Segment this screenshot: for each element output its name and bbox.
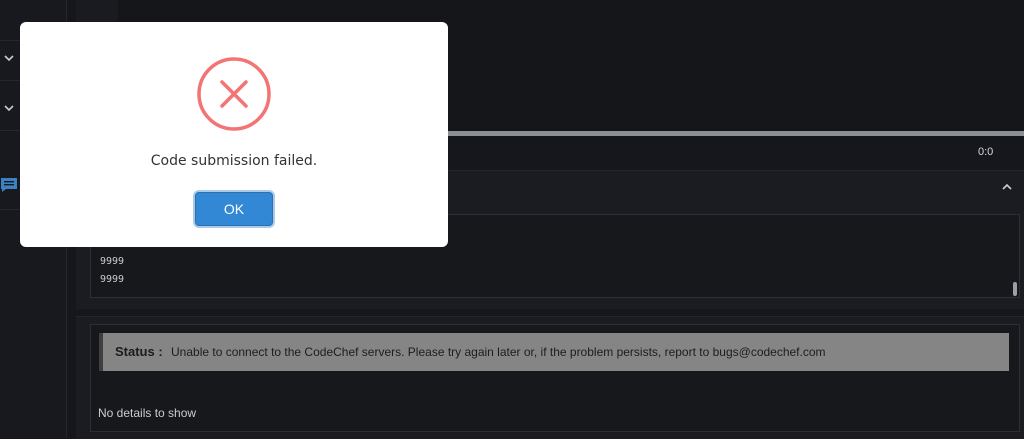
ok-button[interactable]: OK [195, 192, 273, 226]
io-scrollbar[interactable] [1013, 282, 1017, 296]
status-message: Unable to connect to the CodeChef server… [171, 345, 826, 359]
status-label: Status : [115, 344, 163, 359]
error-dialog: Code submission failed. OK [20, 22, 448, 247]
chevron-up-icon[interactable] [1001, 181, 1015, 195]
details-text: No details to show [98, 406, 197, 420]
chat-icon[interactable] [0, 176, 18, 194]
io-line: 9999 [100, 256, 125, 267]
status-bar: Status : Unable to connect to the CodeCh… [99, 333, 1009, 371]
chevron-down-icon[interactable] [3, 52, 17, 66]
timer: 0:0 [978, 146, 994, 158]
io-line: 9999 [100, 274, 125, 285]
chevron-down-icon[interactable] [3, 102, 17, 116]
error-x-icon [196, 56, 272, 132]
dialog-message: Code submission failed. [150, 153, 318, 169]
